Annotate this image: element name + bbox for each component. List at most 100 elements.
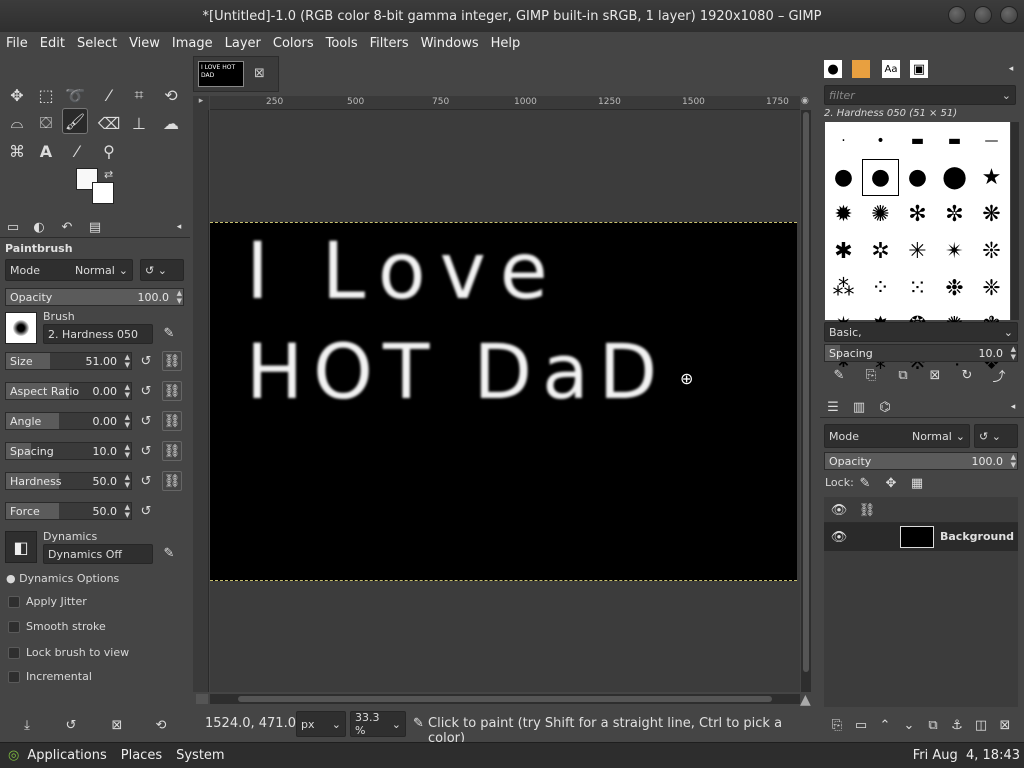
- channels-tab-icon[interactable]: ▥: [850, 398, 868, 416]
- bucket-fill-icon[interactable]: ⛋: [33, 110, 59, 136]
- open-brush-icon[interactable]: ⤴: [990, 366, 1008, 385]
- delete-options-icon[interactable]: ⊠: [108, 716, 126, 734]
- duplicate-layer-icon[interactable]: ⧉: [924, 716, 942, 734]
- reset-slider-icon[interactable]: ↺: [137, 472, 155, 490]
- brush-cell[interactable]: ✼: [936, 196, 973, 233]
- menu-file[interactable]: File: [0, 36, 34, 51]
- document-history-tab-icon[interactable]: ▣: [910, 60, 928, 78]
- brush-cell[interactable]: •: [862, 122, 899, 159]
- reset-slider-icon[interactable]: ↺: [137, 502, 155, 520]
- brush-cell[interactable]: ·: [825, 122, 862, 159]
- save-options-icon[interactable]: ⤓: [18, 716, 36, 734]
- fonts-tab-icon[interactable]: Aa: [882, 60, 900, 78]
- brush-cell[interactable]: ⁘: [862, 270, 899, 307]
- menu-filters[interactable]: Filters: [364, 36, 415, 51]
- layer-row[interactable]: 👁 Background: [824, 523, 1018, 551]
- slider-angle[interactable]: Angle 0.00 ▲ ▼: [5, 412, 132, 430]
- nav-icon[interactable]: ◉: [801, 96, 811, 110]
- brushes-tab-icon[interactable]: ●: [824, 60, 842, 78]
- undo-history-tab-icon[interactable]: ↶: [58, 218, 76, 236]
- slider-size[interactable]: Size 51.00 ▲ ▼: [5, 352, 132, 370]
- slider-spacing[interactable]: Spacing 10.0 ▲ ▼: [5, 442, 132, 460]
- new-layer-icon[interactable]: ⎘: [828, 716, 846, 734]
- raise-layer-icon[interactable]: ⌃: [876, 716, 894, 734]
- menu-edit[interactable]: Edit: [34, 36, 71, 51]
- slider-hardness[interactable]: Hardness 50.0 ▲ ▼: [5, 472, 132, 490]
- reset-slider-icon[interactable]: ↺: [137, 412, 155, 430]
- navigate-icon[interactable]: ▲: [800, 692, 811, 708]
- brush-cell[interactable]: ⬤: [936, 159, 973, 196]
- paintbrush-icon[interactable]: 🖌: [62, 108, 88, 134]
- mode-select[interactable]: Mode Normal ⌄: [5, 259, 133, 281]
- brush-cell[interactable]: ✳: [899, 233, 936, 270]
- image-canvas[interactable]: I Love HOT DaD ⊕: [210, 222, 797, 581]
- chain-link-icon[interactable]: ⛓: [162, 351, 182, 371]
- configure-tab-icon[interactable]: ◂: [170, 218, 188, 236]
- zoom-select[interactable]: 33.3 % ⌄: [350, 711, 406, 737]
- brush-cell[interactable]: —: [973, 122, 1010, 159]
- configure-tab-icon[interactable]: ◂: [1002, 60, 1020, 78]
- taskbar-applications[interactable]: Applications: [27, 748, 106, 763]
- taskbar-places[interactable]: Places: [121, 748, 162, 763]
- brush-cell[interactable]: ●: [825, 159, 862, 196]
- anchor-layer-icon[interactable]: ⚓: [948, 716, 966, 734]
- lower-layer-icon[interactable]: ⌄: [900, 716, 918, 734]
- close-button[interactable]: [1000, 6, 1018, 24]
- tool-options-tab-icon[interactable]: ▭: [4, 218, 22, 236]
- menu-colors[interactable]: Colors: [267, 36, 320, 51]
- chain-link-icon[interactable]: ⛓: [162, 471, 182, 491]
- paths-tab-icon[interactable]: ⌬: [876, 398, 894, 416]
- chain-link-icon[interactable]: ⛓: [162, 411, 182, 431]
- chain-link-icon[interactable]: ⛓: [162, 441, 182, 461]
- rect-select-icon[interactable]: ⬚: [33, 82, 59, 108]
- dynamics-field[interactable]: Dynamics Off: [43, 544, 153, 564]
- zoom-icon[interactable]: ⚲: [96, 138, 122, 164]
- clone-icon[interactable]: ⊥: [126, 110, 152, 136]
- layers-tab-icon[interactable]: ☰: [824, 398, 842, 416]
- eraser-icon[interactable]: ⌫: [96, 110, 122, 136]
- taskbar-system[interactable]: System: [176, 748, 224, 763]
- close-tab-icon[interactable]: ⊠: [254, 66, 265, 81]
- brush-tag-select[interactable]: Basic, ⌄: [824, 322, 1018, 342]
- opacity-slider[interactable]: Opacity 100.0 ▲ ▼: [5, 288, 184, 306]
- maximize-button[interactable]: [974, 6, 992, 24]
- brush-cell[interactable]: ⁙: [899, 270, 936, 307]
- image-tab[interactable]: I LOVE HOT DAD ⊠: [193, 56, 279, 92]
- brush-cell[interactable]: ▬: [936, 122, 973, 159]
- minimize-button[interactable]: [948, 6, 966, 24]
- brush-grid[interactable]: ·•▬▬—●●●⬤★✹✺✻✼❋✱✲✳✴❊⁂⁘⁙❉❈✷✸❂✺❃⁕⁑※⁖❖: [825, 122, 1010, 375]
- unit-select[interactable]: px ⌄: [296, 711, 346, 737]
- layer-opacity-slider[interactable]: Opacity 100.0 ▲ ▼: [824, 452, 1018, 470]
- brush-cell[interactable]: ✲: [862, 233, 899, 270]
- brush-cell[interactable]: ★: [973, 159, 1010, 196]
- color-picker-icon[interactable]: ⁄: [64, 138, 90, 164]
- delete-brush-icon[interactable]: ⊠: [926, 366, 944, 384]
- dynamics-options-expander[interactable]: ● Dynamics Options: [6, 572, 119, 585]
- swap-colors-icon[interactable]: ⇄: [104, 168, 113, 181]
- brush-cell[interactable]: ●: [862, 159, 899, 196]
- brush-name-field[interactable]: 2. Hardness 050: [43, 324, 153, 344]
- delete-layer-icon[interactable]: ⊠: [996, 716, 1014, 734]
- menu-help[interactable]: Help: [485, 36, 527, 51]
- images-tab-icon[interactable]: ▤: [86, 218, 104, 236]
- edit-brush-icon[interactable]: ✎: [160, 324, 178, 342]
- brush-cell[interactable]: ✻: [899, 196, 936, 233]
- brush-cell[interactable]: ✺: [862, 196, 899, 233]
- reset-slider-icon[interactable]: ↺: [137, 352, 155, 370]
- move-tool-icon[interactable]: ✥: [4, 82, 30, 108]
- text-tool-icon[interactable]: A: [33, 138, 59, 164]
- brush-cell[interactable]: ❊: [973, 233, 1010, 270]
- dynamics-preview[interactable]: ◧: [5, 531, 37, 563]
- mask-layer-icon[interactable]: ◫: [972, 716, 990, 734]
- brush-cell[interactable]: ✱: [825, 233, 862, 270]
- restore-options-icon[interactable]: ↺: [62, 716, 80, 734]
- slider-aspect-ratio[interactable]: Aspect Ratio 0.00 ▲ ▼: [5, 382, 132, 400]
- brush-cell[interactable]: ✴: [936, 233, 973, 270]
- background-color-swatch[interactable]: [92, 182, 114, 204]
- brush-cell[interactable]: ✹: [825, 196, 862, 233]
- lock-alpha-icon[interactable]: ▦: [908, 474, 926, 492]
- mode-reset-select[interactable]: ↺ ⌄: [140, 259, 184, 281]
- brush-cell[interactable]: ⁂: [825, 270, 862, 307]
- duplicate-brush-icon[interactable]: ⧉: [894, 366, 912, 384]
- lasso-icon[interactable]: ➰: [62, 82, 88, 108]
